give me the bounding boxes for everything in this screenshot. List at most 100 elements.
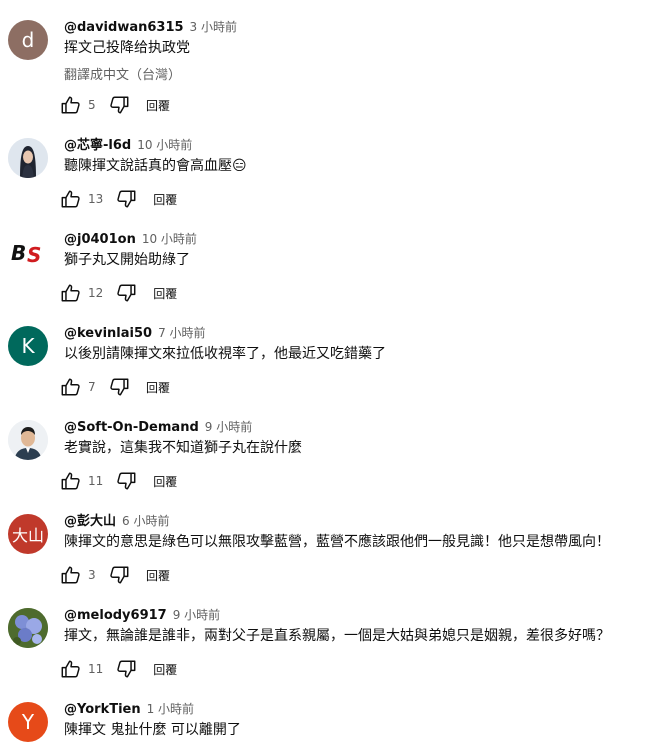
comment-header: @Soft-On-Demand 9 小時前 xyxy=(64,418,252,436)
thumbs-up-icon xyxy=(61,660,80,678)
timestamp[interactable]: 1 小時前 xyxy=(147,702,194,716)
comment-actions: 13 回覆 xyxy=(58,187,177,211)
thumbs-down-icon xyxy=(110,566,129,584)
timestamp[interactable]: 7 小時前 xyxy=(158,326,205,340)
thumbs-down-icon xyxy=(110,96,129,114)
like-button[interactable] xyxy=(58,187,84,211)
author-name[interactable]: @j0401on xyxy=(64,232,136,247)
comment-text: 聽陳揮文說話真的會高血壓😑 xyxy=(64,158,247,174)
like-button[interactable] xyxy=(58,375,84,399)
avatar-letter: d xyxy=(21,28,35,52)
like-count: 3 xyxy=(88,568,96,582)
like-count: 7 xyxy=(88,380,96,394)
avatar-photo-flowers xyxy=(8,608,48,648)
svg-text:S: S xyxy=(27,243,41,267)
dislike-button[interactable] xyxy=(113,281,139,305)
comment-text: 陳揮文 鬼扯什麼 可以離開了 xyxy=(64,722,241,738)
reply-button[interactable]: 回覆 xyxy=(153,473,177,490)
avatar-text: 大山 xyxy=(11,526,44,545)
timestamp[interactable]: 9 小時前 xyxy=(173,608,220,622)
avatar-letter: Y xyxy=(21,710,35,734)
dislike-button[interactable] xyxy=(106,93,132,117)
like-button[interactable] xyxy=(58,93,84,117)
timestamp[interactable]: 6 小時前 xyxy=(122,514,169,528)
like-count: 11 xyxy=(88,662,104,676)
dislike-button[interactable] xyxy=(113,657,139,681)
thumbs-up-icon xyxy=(61,378,80,396)
avatar[interactable]: 大山 xyxy=(8,514,48,554)
timestamp[interactable]: 10 小時前 xyxy=(142,232,197,246)
thumbs-down-icon xyxy=(117,284,136,302)
avatar-photo-man xyxy=(8,420,48,460)
thumbs-up-icon xyxy=(61,566,80,584)
author-name[interactable]: @Soft-On-Demand xyxy=(64,420,199,435)
author-name[interactable]: @彭大山 xyxy=(64,514,116,529)
dislike-button[interactable] xyxy=(113,187,139,211)
like-button[interactable] xyxy=(58,657,84,681)
reply-button[interactable]: 回覆 xyxy=(146,379,170,396)
thumbs-up-icon xyxy=(61,190,80,208)
reply-button[interactable]: 回覆 xyxy=(153,285,177,302)
comment-header: @芯寧-l6d 10 小時前 xyxy=(64,136,192,154)
like-count: 12 xyxy=(88,286,104,300)
reply-button[interactable]: 回覆 xyxy=(153,661,177,678)
like-button[interactable] xyxy=(58,469,84,493)
comment-text: 獅子丸又開始助綠了 xyxy=(64,252,190,268)
reply-button[interactable]: 回覆 xyxy=(146,97,170,114)
timestamp[interactable]: 3 小時前 xyxy=(190,20,237,34)
thumbs-down-icon xyxy=(110,378,129,396)
avatar[interactable]: d xyxy=(8,20,48,60)
like-count: 5 xyxy=(88,98,96,112)
timestamp[interactable]: 9 小時前 xyxy=(205,420,252,434)
dislike-button[interactable] xyxy=(106,375,132,399)
author-name[interactable]: @芯寧-l6d xyxy=(64,138,131,153)
thumbs-up-icon xyxy=(61,472,80,490)
thumbs-down-icon xyxy=(117,660,136,678)
comment-header: @davidwan6315 3 小時前 xyxy=(64,18,237,36)
avatar[interactable]: B S xyxy=(8,232,48,272)
dislike-button[interactable] xyxy=(106,563,132,587)
author-name[interactable]: @kevinlai50 xyxy=(64,326,152,341)
reply-button[interactable]: 回覆 xyxy=(146,567,170,584)
comment-actions: 7 回覆 xyxy=(58,375,170,399)
like-count: 13 xyxy=(88,192,104,206)
dislike-button[interactable] xyxy=(113,469,139,493)
author-name[interactable]: @davidwan6315 xyxy=(64,20,184,35)
like-button[interactable] xyxy=(58,563,84,587)
comment-text: 老實說，這集我不知道獅子丸在說什麼 xyxy=(64,440,302,456)
avatar[interactable] xyxy=(8,138,48,178)
thumbs-up-icon xyxy=(61,284,80,302)
translate-link[interactable]: 翻譯成中文（台灣） xyxy=(64,64,181,83)
comment-header: @YorkTien 1 小時前 xyxy=(64,700,194,718)
comment-actions: 11 回覆 xyxy=(58,657,177,681)
avatar-letter: K xyxy=(21,334,35,358)
comment-text: 揮文，無論誰是誰非，兩對父子是直系親屬，一個是大姑與弟媳只是姻親，差很多好嗎？ xyxy=(64,628,610,644)
thumbs-up-icon xyxy=(61,96,80,114)
avatar[interactable] xyxy=(8,420,48,460)
author-name[interactable]: @melody6917 xyxy=(64,608,167,623)
comment-header: @彭大山 6 小時前 xyxy=(64,512,169,530)
svg-text:B: B xyxy=(11,241,26,265)
avatar[interactable]: K xyxy=(8,326,48,366)
comment-text: 陳揮文的意思是綠色可以無限攻擊藍營，藍營不應該跟他們一般見識！他只是想帶風向！ xyxy=(64,534,610,550)
thumbs-down-icon xyxy=(117,472,136,490)
thumbs-down-icon xyxy=(117,190,136,208)
avatar-logo-bs: B S xyxy=(8,232,48,272)
reply-button[interactable]: 回覆 xyxy=(153,191,177,208)
like-button[interactable] xyxy=(58,281,84,305)
comment-text: 挥文己投降给执政党 xyxy=(64,40,190,56)
timestamp[interactable]: 10 小時前 xyxy=(137,138,192,152)
avatar[interactable] xyxy=(8,608,48,648)
author-name[interactable]: @YorkTien xyxy=(64,702,141,717)
comment-actions: 5 回覆 xyxy=(58,93,170,117)
avatar[interactable]: Y xyxy=(8,702,48,742)
comment-header: @melody6917 9 小時前 xyxy=(64,606,220,624)
avatar-photo-woman xyxy=(8,138,48,178)
comment-header: @kevinlai50 7 小時前 xyxy=(64,324,206,342)
comment-actions: 12 回覆 xyxy=(58,281,177,305)
comment-actions: 3 回覆 xyxy=(58,563,170,587)
like-count: 11 xyxy=(88,474,104,488)
comment-text: 以後別請陳揮文來拉低收視率了，他最近又吃錯藥了 xyxy=(64,346,386,362)
comment-actions: 11 回覆 xyxy=(58,469,177,493)
comment-header: @j0401on 10 小時前 xyxy=(64,230,197,248)
